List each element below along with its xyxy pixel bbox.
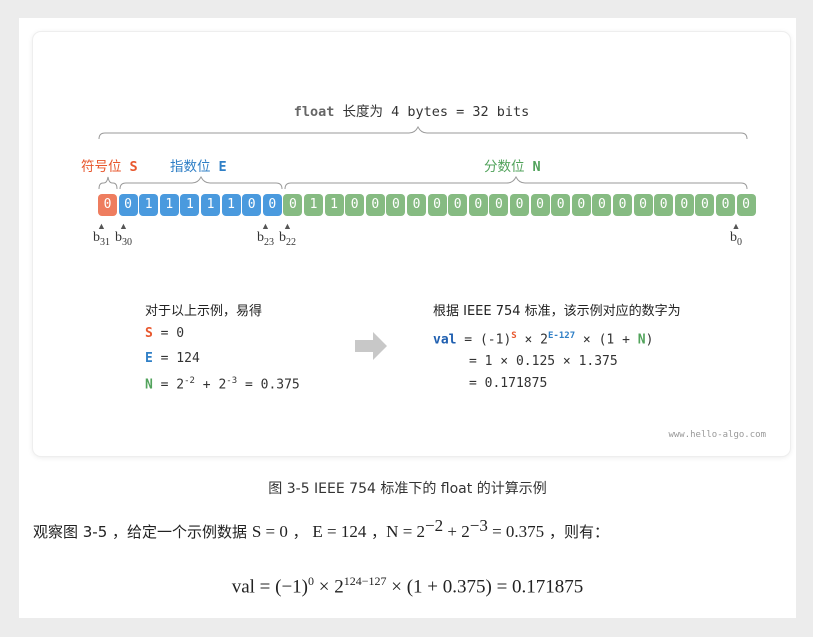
bit-fraction-9: 0 bbox=[468, 194, 488, 216]
bit-fraction-1: 1 bbox=[304, 194, 323, 216]
left-panel-heading: 对于以上示例，易得 bbox=[145, 304, 263, 319]
bit-fraction-14: 0 bbox=[571, 194, 591, 216]
brace-exponent bbox=[119, 175, 283, 190]
bit-label-b0: ▲ b0 bbox=[730, 221, 742, 248]
sign-symbol: S bbox=[129, 159, 138, 175]
bit-fraction-20: 0 bbox=[695, 194, 715, 216]
right-panel-heading: 根据 IEEE 754 标准，该示例对应的数字为 bbox=[433, 304, 681, 319]
fraction-label-text: 分数位 bbox=[484, 159, 525, 175]
bit-fraction-2: 1 bbox=[324, 194, 344, 216]
sign-label: 符号位 S bbox=[81, 155, 138, 175]
bit-fraction-10: 0 bbox=[489, 194, 509, 216]
bit-fraction-18: 0 bbox=[654, 194, 674, 216]
fraction-label: 分数位 N bbox=[484, 155, 541, 175]
explanation-paragraph: 观察图 3-5 ，给定一个示例数据 S = 0 ， E = 124 ，N = 2… bbox=[33, 516, 609, 541]
right-arrow-icon bbox=[355, 332, 387, 360]
bit-label-b23: ▲ b23 bbox=[257, 221, 274, 248]
bit-exponent-2: 1 bbox=[159, 194, 179, 216]
fraction-symbol: N bbox=[532, 159, 541, 175]
product-line: = 1 × 0.125 × 1.375 bbox=[469, 354, 618, 369]
brace-sign bbox=[98, 176, 118, 190]
bit-fraction-19: 0 bbox=[674, 194, 694, 216]
s-line: S = 0 bbox=[145, 326, 185, 341]
bit-fraction-11: 0 bbox=[510, 194, 529, 216]
bit-exponent-7: 0 bbox=[262, 194, 282, 216]
bit-exponent-5: 1 bbox=[221, 194, 241, 216]
bit-fraction-17: 0 bbox=[633, 194, 653, 216]
e-line: E = 124 bbox=[145, 351, 200, 366]
page: float 长度为 4 bytes = 32 bits 符号位 S 指数位 E 分数… bbox=[19, 18, 796, 618]
brace-total bbox=[98, 125, 748, 140]
bit-label-b22: ▲ b22 bbox=[279, 221, 296, 248]
exponent-label: 指数位 E bbox=[170, 155, 227, 175]
exponent-label-text: 指数位 bbox=[170, 159, 211, 175]
bit-exponent-3: 1 bbox=[180, 194, 200, 216]
bit-fraction-13: 0 bbox=[551, 194, 571, 216]
bit-fraction-12: 0 bbox=[530, 194, 550, 216]
bit-fraction-21: 0 bbox=[716, 194, 735, 216]
bit-exponent-0: 0 bbox=[118, 194, 138, 216]
bit-exponent-6: 0 bbox=[242, 194, 262, 216]
exponent-symbol: E bbox=[218, 159, 227, 175]
result-formula: val = (−1)0 × 2124−127 × (1 + 0.375) = 0… bbox=[231, 574, 584, 598]
watermark: www.hello-algo.com bbox=[668, 430, 766, 440]
brace-fraction bbox=[284, 175, 748, 190]
bit-exponent-4: 1 bbox=[201, 194, 220, 216]
bit-label-b31: ▲ b31 bbox=[93, 221, 110, 248]
bit-fraction-7: 0 bbox=[427, 194, 447, 216]
bit-label-b30: ▲ b30 bbox=[115, 221, 132, 248]
bit-fraction-22: 0 bbox=[736, 194, 756, 216]
result-line: = 0.171875 bbox=[469, 376, 548, 391]
bit-fraction-3: 0 bbox=[345, 194, 365, 216]
bit-fraction-16: 0 bbox=[613, 194, 632, 216]
bit-fraction-6: 0 bbox=[407, 194, 426, 216]
n-line: N = 2-2 + 2-3 = 0.375 bbox=[145, 376, 300, 393]
bit-row: 00111110001100000000000000000000 bbox=[98, 194, 756, 216]
val-line: val = (-1)S × 2E-127 × (1 + N) bbox=[433, 331, 654, 348]
sign-label-text: 符号位 bbox=[81, 159, 122, 175]
bit-sign-0: 0 bbox=[98, 194, 117, 216]
bit-fraction-5: 0 bbox=[386, 194, 406, 216]
figure-caption: 图 3-5 IEEE 754 标准下的 float 的计算示例 bbox=[268, 481, 547, 497]
bit-exponent-1: 1 bbox=[139, 194, 159, 216]
bit-fraction-8: 0 bbox=[448, 194, 468, 216]
bit-fraction-0: 0 bbox=[283, 194, 303, 216]
bit-fraction-4: 0 bbox=[365, 194, 385, 216]
bit-fraction-15: 0 bbox=[592, 194, 612, 216]
figure-card: float 长度为 4 bytes = 32 bits 符号位 S 指数位 E 分数… bbox=[33, 32, 790, 456]
